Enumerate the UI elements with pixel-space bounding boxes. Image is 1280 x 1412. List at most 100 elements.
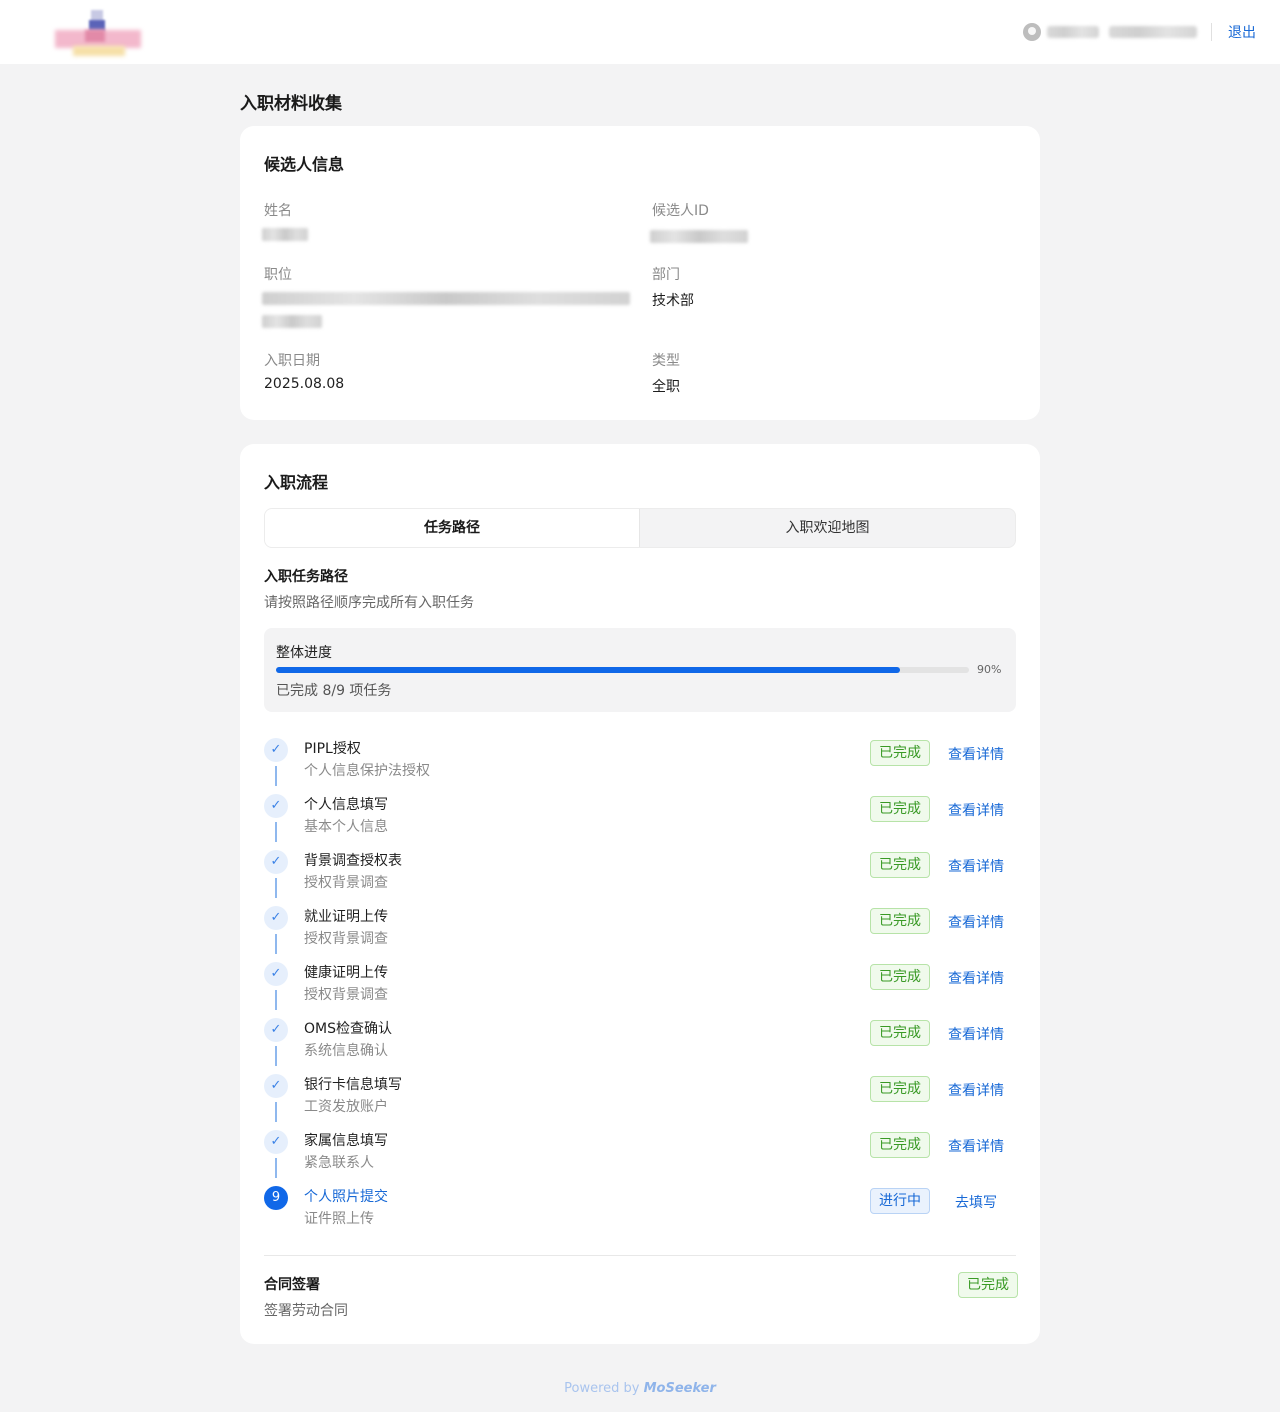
step-name: 家属信息填写 [304,1133,388,1149]
step-name: PIPL授权 [304,741,361,757]
view-details-link[interactable]: 查看详情 [948,1136,1004,1156]
name-label: 姓名 [264,203,292,219]
step-connector [275,1158,277,1178]
position-value-redacted-line2 [262,315,322,328]
section-divider [264,1255,1016,1256]
page-title: 入职材料收集 [240,94,342,114]
name-value-redacted [262,228,308,241]
task-step: ✓ 个人信息填写 基本个人信息 已完成 查看详情 [264,794,1016,850]
step-connector [275,990,277,1010]
status-badge: 已完成 [870,908,930,934]
progress-bar-fill [276,667,900,673]
status-badge: 已完成 [870,796,930,822]
view-details-link[interactable]: 查看详情 [948,800,1004,820]
step-name: 背景调查授权表 [304,853,402,869]
user-name-redacted [1047,26,1099,38]
task-step: ✓ 就业证明上传 授权背景调查 已完成 查看详情 [264,906,1016,962]
view-details-link[interactable]: 查看详情 [948,1080,1004,1100]
step-description: 紧急联系人 [304,1155,374,1171]
task-step-current: 9 个人照片提交 证件照上传 进行中 去填写 [264,1186,1016,1242]
task-step: ✓ 背景调查授权表 授权背景调查 已完成 查看详情 [264,850,1016,906]
progress-label: 整体进度 [276,645,332,661]
check-icon: ✓ [264,1130,288,1154]
top-bar: 退出 [0,0,1280,64]
start-date-label: 入职日期 [264,353,320,369]
footer: Powered by MoSeeker [0,1381,1280,1396]
check-icon: ✓ [264,738,288,762]
view-details-link[interactable]: 查看详情 [948,744,1004,764]
view-details-link[interactable]: 查看详情 [948,912,1004,932]
step-connector [275,934,277,954]
check-icon: ✓ [264,794,288,818]
candidate-info-title: 候选人信息 [264,155,345,174]
department-label: 部门 [652,267,680,283]
step-name[interactable]: 个人照片提交 [304,1186,388,1206]
tab-task-path[interactable]: 任务路径 [265,509,640,547]
position-label: 职位 [264,267,292,283]
user-avatar-icon[interactable] [1023,23,1041,41]
view-details-link[interactable]: 查看详情 [948,856,1004,876]
tab-welcome-map[interactable]: 入职欢迎地图 [640,509,1015,547]
step-number-badge: 9 [264,1186,288,1210]
step-description: 证件照上传 [304,1211,374,1227]
step-description: 授权背景调查 [304,931,388,947]
user-area: 退出 [1023,18,1256,46]
position-value-redacted [262,292,630,305]
step-name: 就业证明上传 [304,909,388,925]
status-badge: 已完成 [870,1076,930,1102]
type-label: 类型 [652,353,680,369]
task-step: ✓ 银行卡信息填写 工资发放账户 已完成 查看详情 [264,1074,1016,1130]
check-icon: ✓ [264,962,288,986]
step-description: 授权背景调查 [304,987,388,1003]
progress-bar [276,667,969,673]
check-icon: ✓ [264,1074,288,1098]
view-details-link[interactable]: 查看详情 [948,1024,1004,1044]
step-connector [275,878,277,898]
status-badge: 已完成 [870,1132,930,1158]
task-step: ✓ 家属信息填写 紧急联系人 已完成 查看详情 [264,1130,1016,1186]
department-value: 技术部 [652,293,694,309]
status-badge: 已完成 [870,964,930,990]
onboarding-process-card: 入职流程 任务路径 入职欢迎地图 入职任务路径 请按照路径顺序完成所有入职任务 … [240,444,1040,1344]
step-description: 个人信息保护法授权 [304,763,430,779]
step-name: 健康证明上传 [304,965,388,981]
progress-note: 已完成 8/9 项任务 [276,683,392,699]
onboarding-process-title: 入职流程 [264,473,329,492]
process-tabs: 任务路径 入职欢迎地图 [264,508,1016,548]
task-path-title: 入职任务路径 [264,569,348,585]
status-badge: 已完成 [870,852,930,878]
contract-status-badge: 已完成 [958,1272,1018,1298]
check-icon: ✓ [264,1018,288,1042]
type-value: 全职 [652,379,680,395]
user-account-redacted [1109,26,1197,38]
overall-progress-panel: 整体进度 90% 已完成 8/9 项任务 [264,628,1016,712]
contract-title: 合同签署 [264,1277,320,1293]
footer-prefix: Powered by [564,1381,640,1396]
step-description: 系统信息确认 [304,1043,388,1059]
header-divider [1211,23,1212,41]
status-badge: 进行中 [870,1188,930,1214]
candidate-info-card: 候选人信息 姓名 候选人ID 职位 部门 技术部 入职日期 2025.08.08… [240,126,1040,420]
step-connector [275,766,277,786]
step-description: 工资发放账户 [304,1099,388,1115]
progress-percent: 90% [977,663,1002,676]
candidate-id-label: 候选人ID [652,203,709,219]
fill-in-link[interactable]: 去填写 [955,1192,997,1212]
check-icon: ✓ [264,850,288,874]
step-connector [275,1046,277,1066]
footer-brand-logo[interactable]: MoSeeker [644,1381,716,1396]
candidate-id-value-redacted [650,230,748,243]
step-description: 基本个人信息 [304,819,388,835]
task-step: ✓ PIPL授权 个人信息保护法授权 已完成 查看详情 [264,738,1016,794]
task-path-description: 请按照路径顺序完成所有入职任务 [264,595,474,611]
check-icon: ✓ [264,906,288,930]
company-logo[interactable] [55,10,141,56]
view-details-link[interactable]: 查看详情 [948,968,1004,988]
step-connector [275,822,277,842]
task-step: ✓ OMS检查确认 系统信息确认 已完成 查看详情 [264,1018,1016,1074]
step-name: 个人信息填写 [304,797,388,813]
task-step: ✓ 健康证明上传 授权背景调查 已完成 查看详情 [264,962,1016,1018]
logout-button[interactable]: 退出 [1228,22,1256,42]
status-badge: 已完成 [870,740,930,766]
status-badge: 已完成 [870,1020,930,1046]
